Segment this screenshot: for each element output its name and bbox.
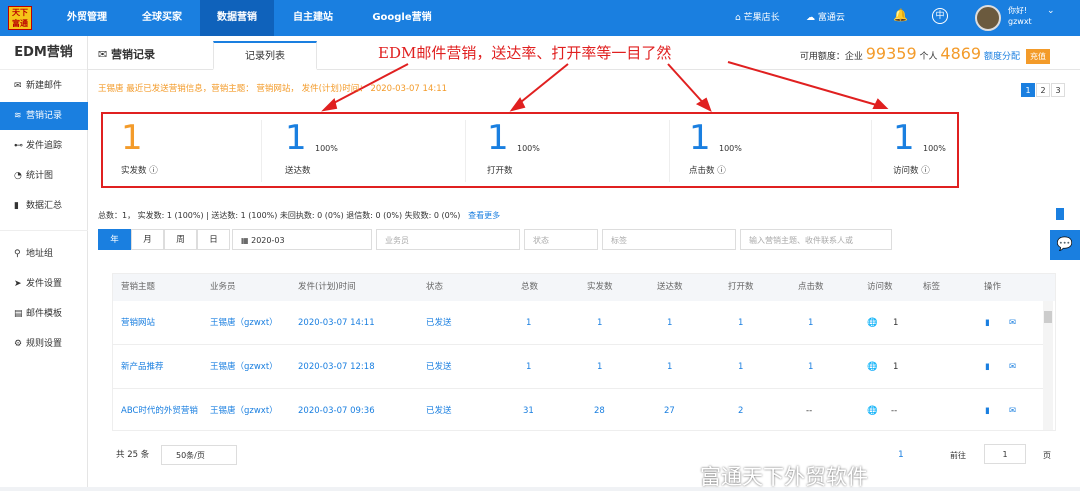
search-input[interactable]: 输入营销主题、收件联系人或 (740, 229, 892, 250)
period-month[interactable]: 月 (131, 229, 164, 250)
bookmark-icon[interactable]: ▮ (985, 345, 990, 389)
envelope-icon: ✉ (14, 81, 22, 91)
bookmark-icon[interactable]: ▮ (985, 389, 990, 430)
globe-icon[interactable]: 🌐 (867, 389, 878, 430)
main-content: ✉ 营销记录 记录列表 EDM邮件营销，送达率、打开率等一目了然 可用额度：企业… (88, 36, 1080, 489)
avatar[interactable] (975, 5, 1001, 31)
page-3[interactable]: 3 (1051, 83, 1065, 97)
sidebar-title: EDM营销 (0, 36, 87, 70)
sidebar-item-send-settings[interactable]: ➤ 发件设置 (0, 270, 88, 298)
sidebar-item-marketing-records[interactable]: ≋ 营销记录 (0, 102, 88, 130)
shop-icon: ⌂ (735, 13, 744, 23)
goto-page-input[interactable]: 1 (984, 444, 1026, 464)
bar-chart-icon: ▮ (14, 201, 19, 211)
stat-delivered: 1 100% 送达数 (285, 118, 338, 176)
language-icon[interactable]: 中 (932, 8, 948, 24)
chevron-down-icon[interactable]: ⌄ (1047, 6, 1055, 16)
send-icon: ➤ (14, 279, 22, 289)
total-count: 共 25 条 (116, 450, 150, 460)
table-scrollbar[interactable] (1043, 301, 1053, 430)
tag-select[interactable]: 标签 (602, 229, 736, 250)
nav-trade-management[interactable]: 外贸管理 (50, 0, 124, 36)
mango-store-link[interactable]: ⌂ 芒果店长 (735, 10, 780, 23)
calendar-icon: ▦ (241, 236, 252, 245)
scrollbar-thumb[interactable] (1044, 311, 1052, 323)
layers-icon: ≋ (14, 111, 22, 121)
gear-icon: ⚙ (14, 339, 23, 349)
sidebar-item-new-mail[interactable]: ✉ 新建邮件 (0, 72, 88, 100)
sidebar-item-tracking[interactable]: ⊷ 发件追踪 (0, 132, 88, 160)
stat-clicked: 1 100% 点击数 ⓘ (689, 118, 742, 176)
records-table: 营销主题 业务员 发件(计划)时间 状态 总数 实发数 送达数 打开数 点击数 … (112, 273, 1056, 431)
summary-line: 总数：1， 实发数: 1 (100%) | 送达数: 1 (100%) 未回执数… (98, 211, 501, 220)
goto-label: 前往 (950, 451, 966, 460)
table-row[interactable]: 营销网站 王锡唐（gzwxt） 2020-03-07 14:11 已发送 1 1… (113, 301, 1043, 345)
nav-google-marketing[interactable]: Google营销 (352, 0, 452, 36)
sidebar-item-address-groups[interactable]: ⚲ 地址组 (0, 240, 88, 268)
status-select[interactable]: 状态 (524, 229, 598, 250)
divider (871, 120, 872, 182)
stat-sent: 1 实发数 ⓘ (121, 118, 158, 176)
user-name[interactable]: gzwxt (1008, 17, 1032, 26)
chat-icon[interactable]: 💬 (1050, 230, 1080, 260)
period-day[interactable]: 日 (197, 229, 230, 250)
bookmark-icon[interactable]: ▮ (985, 301, 990, 345)
top-navbar: 天下富通 外贸管理 全球买家 数据营销 自主建站 Google营销 ⌂ 芒果店长… (0, 0, 1080, 36)
page-unit: 页 (1043, 451, 1051, 460)
sidebar: EDM营销 ✉ 新建邮件 ≋ 营销记录 ⊷ 发件追踪 ◔ 统计图 ▮ 数据汇总 ⚲ 地址组 … (0, 36, 88, 487)
sidebar-item-summary[interactable]: ▮ 数据汇总 (0, 192, 88, 220)
salesperson-select[interactable]: 业务员 (376, 229, 520, 250)
page-1[interactable]: 1 (1021, 83, 1035, 97)
sidebar-divider (0, 230, 88, 231)
sidebar-item-templates[interactable]: ▤ 邮件模板 (0, 300, 88, 328)
company-logo[interactable]: 天下富通 (8, 6, 32, 30)
nav-data-marketing[interactable]: 数据营销 (200, 0, 274, 36)
help-icon[interactable]: ⓘ (921, 166, 930, 176)
nav-self-site[interactable]: 自主建站 (274, 0, 352, 36)
globe-icon[interactable]: 🌐 (867, 301, 878, 345)
bookmark-icon[interactable] (1056, 208, 1064, 220)
latest-info: 王锡唐 最近已发送营销信息，营销主题： 营销网站， 发件(计划)时间： 2020… (98, 84, 448, 94)
futong-cloud-link[interactable]: ☁ 富通云 (806, 10, 845, 23)
divider (669, 120, 670, 182)
mail-icon[interactable]: ✉ (1009, 301, 1016, 345)
stat-visits: 1 100% 访问数 ⓘ (893, 118, 946, 176)
current-page[interactable]: 1 (898, 450, 904, 460)
pie-chart-icon: ◔ (14, 171, 22, 181)
date-picker[interactable]: ▦ 2020-03 (232, 229, 372, 250)
page-size-select[interactable]: 50条/页 (161, 445, 237, 465)
stats-panel: 1 实发数 ⓘ 1 100% 送达数 1 100% 打开数 1 100% 点击数… (101, 112, 959, 188)
mail-icon[interactable]: ✉ (1009, 345, 1016, 389)
period-year[interactable]: 年 (98, 229, 131, 250)
sidebar-item-rules[interactable]: ⚙ 规则设置 (0, 330, 88, 358)
globe-icon[interactable]: 🌐 (867, 345, 878, 389)
stat-opened: 1 100% 打开数 (487, 118, 540, 176)
table-row[interactable]: ABC时代的外贸营销 王锡唐（gzwxt） 2020-03-07 09:36 已… (113, 389, 1043, 430)
mail-icon[interactable]: ✉ (1009, 389, 1016, 430)
location-icon: ⚲ (14, 249, 21, 259)
cloud-icon: ☁ (806, 13, 818, 23)
binoculars-icon: ⊷ (14, 141, 23, 151)
table-row[interactable]: 新产品推荐 王锡唐（gzwxt） 2020-03-07 12:18 已发送 1 … (113, 345, 1043, 389)
sidebar-item-charts[interactable]: ◔ 统计图 (0, 162, 88, 190)
filter-bar: 年 月 周 日 ▦ 2020-03 业务员 状态 标签 输入营销主题、收件联系人… (98, 229, 892, 251)
template-icon: ▤ (14, 309, 23, 319)
help-icon[interactable]: ⓘ (717, 166, 726, 176)
divider (465, 120, 466, 182)
nav-global-buyers[interactable]: 全球买家 (124, 0, 200, 36)
help-icon[interactable]: ⓘ (149, 166, 158, 176)
divider (261, 120, 262, 182)
table-header: 营销主题 业务员 发件(计划)时间 状态 总数 实发数 送达数 打开数 点击数 … (113, 274, 1055, 301)
user-greeting: 你好! (1008, 6, 1028, 15)
view-more-link[interactable]: 查看更多 (468, 211, 500, 220)
page-2[interactable]: 2 (1036, 83, 1050, 97)
top-pagination: 123 (1020, 83, 1065, 97)
period-week[interactable]: 周 (164, 229, 197, 250)
bell-icon[interactable]: 🔔 (893, 8, 908, 22)
